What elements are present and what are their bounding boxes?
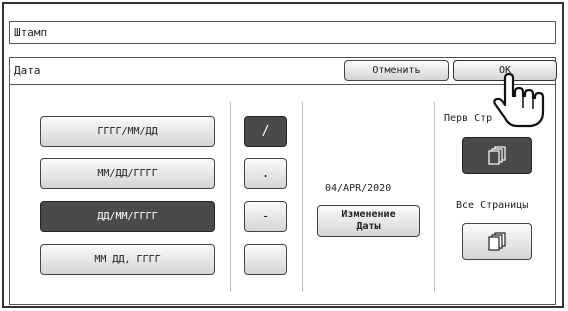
divider-1: [230, 102, 231, 292]
cancel-button[interactable]: Отменить: [344, 60, 449, 81]
separator-button-dot[interactable]: .: [244, 158, 287, 189]
change-date-label-line2: Даты: [356, 221, 381, 232]
hand-pointer-icon: [493, 72, 545, 128]
format-button-yyyy-mm-dd[interactable]: ГГГГ/ММ/ДД: [40, 116, 215, 147]
first-page-label: Перв Стр: [444, 113, 493, 124]
format-button-mm-dd-comma-yyyy[interactable]: ММ ДД, ГГГГ: [40, 244, 215, 275]
divider-3: [434, 102, 435, 292]
format-button-mm-dd-yyyy[interactable]: ММ/ДД/ГГГГ: [40, 158, 215, 189]
change-date-button[interactable]: Изменение Даты: [317, 205, 420, 237]
all-pages-label: Все Страницы: [456, 200, 529, 211]
window-title-bar: Штамп: [9, 21, 556, 44]
section-title: Дата: [14, 64, 41, 77]
all-pages-button[interactable]: [462, 223, 532, 260]
separator-button-space[interactable]: [244, 244, 287, 275]
date-preview: 04/APR/2020: [325, 183, 392, 194]
separator-button-slash[interactable]: /: [244, 116, 287, 147]
divider-2: [302, 102, 303, 292]
separator-button-dash[interactable]: -: [244, 201, 287, 232]
pages-icon: [488, 231, 506, 251]
change-date-label-line1: Изменение: [341, 209, 396, 220]
format-button-dd-mm-yyyy[interactable]: ДД/ММ/ГГГГ: [40, 201, 215, 232]
first-page-button[interactable]: [462, 137, 532, 174]
pages-icon: [488, 145, 506, 165]
window-title: Штамп: [14, 26, 48, 39]
